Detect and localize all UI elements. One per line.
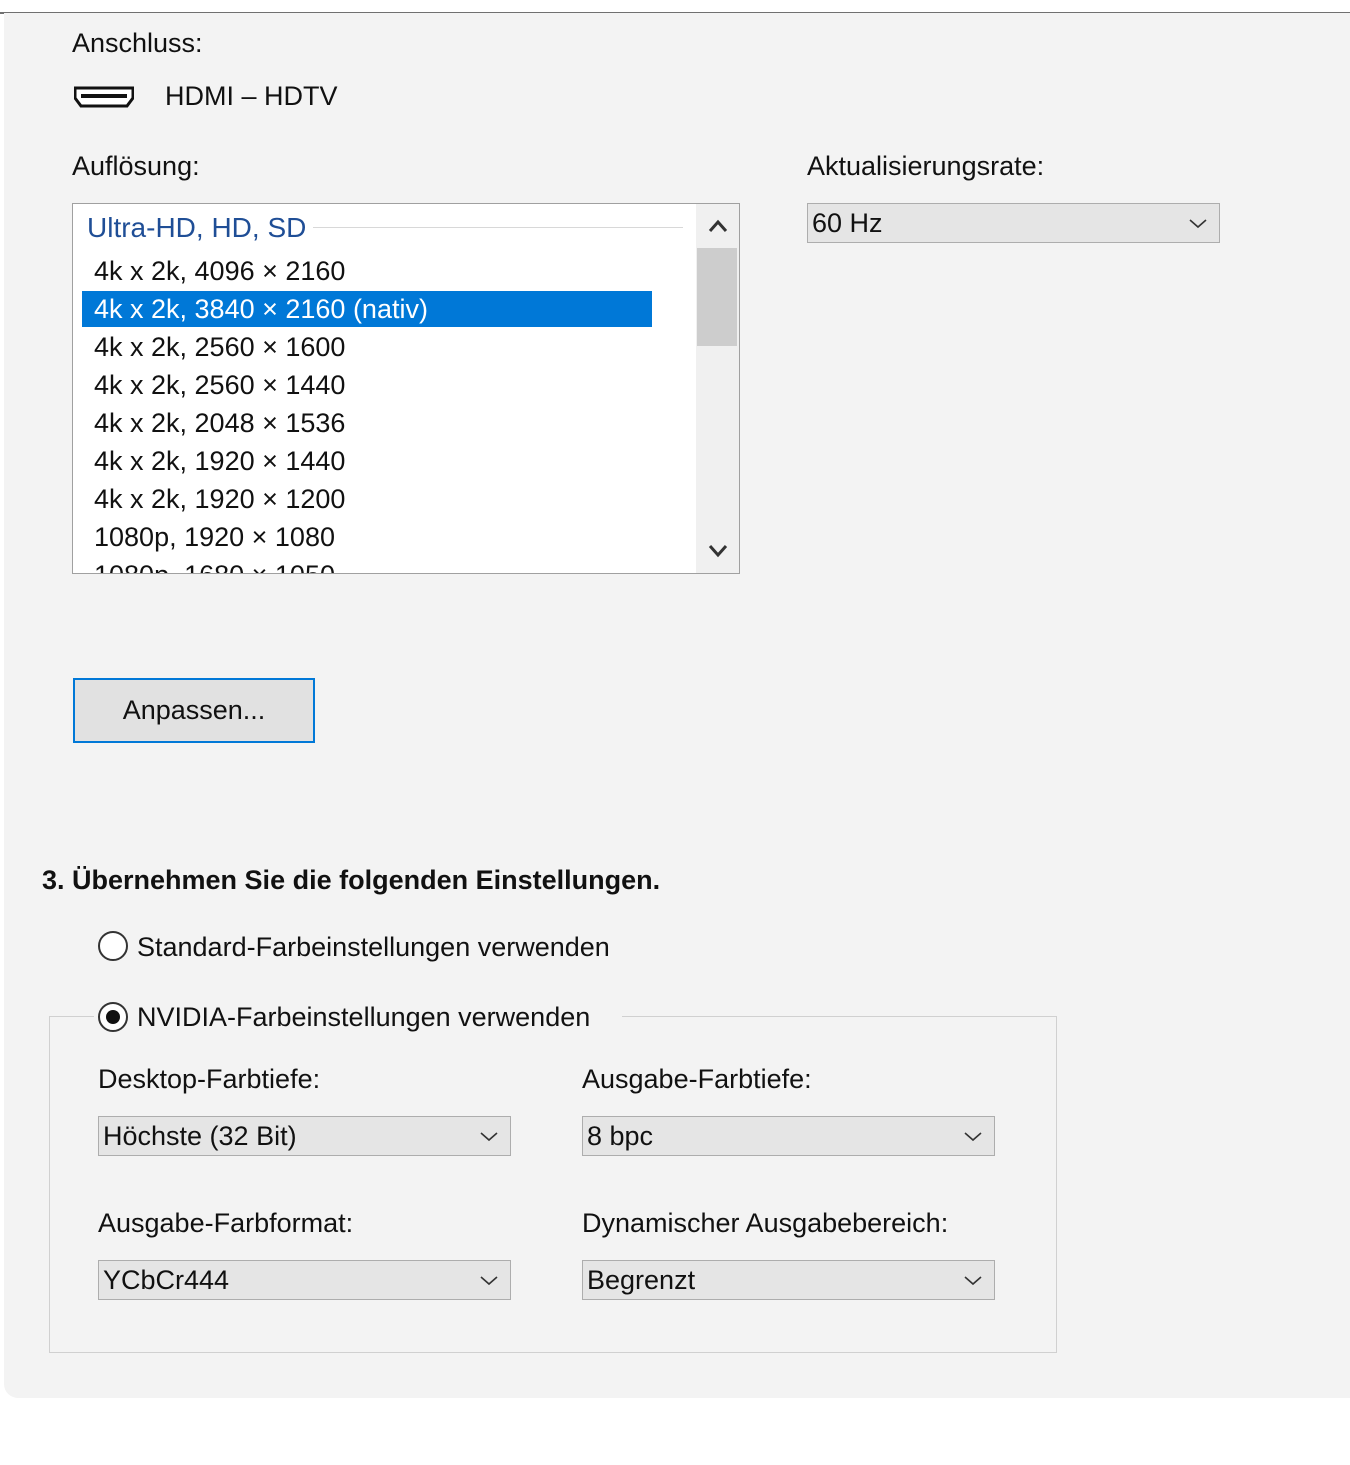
- radio-nvidia-colors-label[interactable]: NVIDIA-Farbeinstellungen verwenden: [137, 1002, 590, 1033]
- resolution-item[interactable]: 4k x 2k, 1920 × 1200: [82, 481, 652, 517]
- refresh-rate-value: 60 Hz: [812, 208, 883, 238]
- resolution-item[interactable]: 4k x 2k, 2560 × 1600: [82, 329, 652, 365]
- dynamic-range-dropdown[interactable]: Begrenzt: [582, 1260, 995, 1300]
- resolution-listbox[interactable]: Ultra-HD, HD, SD 4k x 2k, 4096 × 2160 4k…: [72, 203, 740, 574]
- refresh-rate-dropdown[interactable]: 60 Hz: [807, 203, 1220, 243]
- output-color-depth-value: 8 bpc: [587, 1121, 654, 1151]
- resolution-item[interactable]: 4k x 2k, 1920 × 1440: [82, 443, 652, 479]
- output-color-format-dropdown[interactable]: YCbCr444: [98, 1260, 511, 1300]
- dynamic-range-label: Dynamischer Ausgabebereich:: [582, 1208, 949, 1238]
- chevron-down-icon: [480, 1132, 498, 1142]
- chevron-down-icon: [964, 1132, 982, 1142]
- output-color-depth-dropdown[interactable]: 8 bpc: [582, 1116, 995, 1156]
- group-divider: [313, 227, 683, 228]
- output-color-format-value: YCbCr444: [103, 1265, 230, 1295]
- hdmi-port-icon: [74, 86, 134, 108]
- output-color-format-label: Ausgabe-Farbformat:: [98, 1208, 354, 1238]
- dynamic-range-value: Begrenzt: [587, 1265, 696, 1295]
- resolution-item[interactable]: 4k x 2k, 2048 × 1536: [82, 405, 652, 441]
- chevron-down-icon: [480, 1276, 498, 1286]
- output-color-depth-label: Ausgabe-Farbtiefe:: [582, 1064, 812, 1094]
- refresh-rate-label: Aktualisierungsrate:: [807, 151, 1045, 181]
- radio-selected-dot: [106, 1010, 120, 1024]
- resolution-item[interactable]: 1080p, 1920 × 1080: [82, 519, 652, 555]
- radio-nvidia-colors[interactable]: [98, 1002, 128, 1032]
- resolution-group-header: Ultra-HD, HD, SD: [87, 212, 307, 243]
- desktop-color-depth-value: Höchste (32 Bit): [103, 1121, 297, 1151]
- radio-default-colors[interactable]: [98, 931, 128, 961]
- connection-label: Anschluss:: [72, 28, 203, 58]
- chevron-down-icon: [964, 1276, 982, 1286]
- section-title: 3. Übernehmen Sie die folgenden Einstell…: [42, 865, 661, 895]
- connection-value: HDMI – HDTV: [165, 81, 338, 111]
- resolution-item[interactable]: 4k x 2k, 2560 × 1440: [82, 367, 652, 403]
- desktop-color-depth-dropdown[interactable]: Höchste (32 Bit): [98, 1116, 511, 1156]
- resolution-item[interactable]: 4k x 2k, 4096 × 2160: [82, 253, 652, 289]
- chevron-down-icon: [1189, 219, 1207, 229]
- customize-button[interactable]: Anpassen...: [73, 678, 315, 743]
- scrollbar-thumb[interactable]: [697, 248, 737, 346]
- resolution-scrollbar[interactable]: [696, 204, 739, 573]
- window-top-border: [0, 0, 1350, 14]
- scroll-up-arrow-icon[interactable]: [696, 206, 739, 246]
- scroll-down-arrow-icon[interactable]: [696, 531, 739, 571]
- desktop-color-depth-label: Desktop-Farbtiefe:: [98, 1064, 321, 1094]
- resolution-label: Auflösung:: [72, 151, 200, 181]
- resolution-item[interactable]: 1080p, 1680 × 1050: [82, 557, 652, 573]
- resolution-item-selected[interactable]: 4k x 2k, 3840 × 2160 (nativ): [82, 291, 652, 327]
- radio-default-colors-label[interactable]: Standard-Farbeinstellungen verwenden: [137, 932, 610, 963]
